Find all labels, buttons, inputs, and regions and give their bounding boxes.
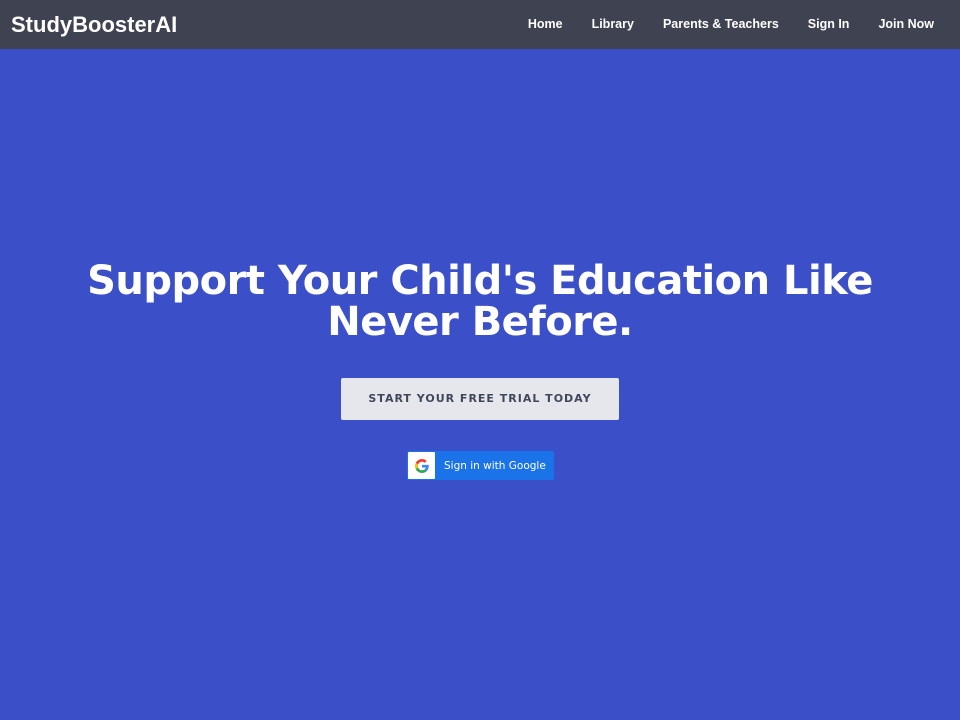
google-sign-in-label: Sign in with Google [444, 459, 546, 472]
brand-logo-link[interactable]: StudyBoosterAI [11, 0, 177, 49]
nav-link-parents-teachers[interactable]: Parents & Teachers [648, 0, 793, 49]
nav-link-sign-in[interactable]: Sign In [793, 0, 864, 49]
hero-section: Support Your Child's Education Like Neve… [0, 49, 960, 720]
start-free-trial-button[interactable]: START YOUR FREE TRIAL TODAY [341, 378, 619, 420]
google-g-icon [408, 452, 435, 479]
nav-links: Home Library Parents & Teachers Sign In … [513, 0, 948, 49]
nav-link-home[interactable]: Home [513, 0, 577, 49]
hero-title-line-1: Support Your Child's Education Like [87, 258, 873, 304]
nav-link-library[interactable]: Library [577, 0, 648, 49]
nav-link-join-now[interactable]: Join Now [863, 0, 948, 49]
top-navbar: StudyBoosterAI Home Library Parents & Te… [0, 0, 960, 49]
hero-title: Support Your Child's Education Like Neve… [40, 261, 920, 343]
hero-title-line-2: Never Before. [327, 299, 633, 345]
google-sign-in-button[interactable]: Sign in with Google [407, 451, 554, 480]
